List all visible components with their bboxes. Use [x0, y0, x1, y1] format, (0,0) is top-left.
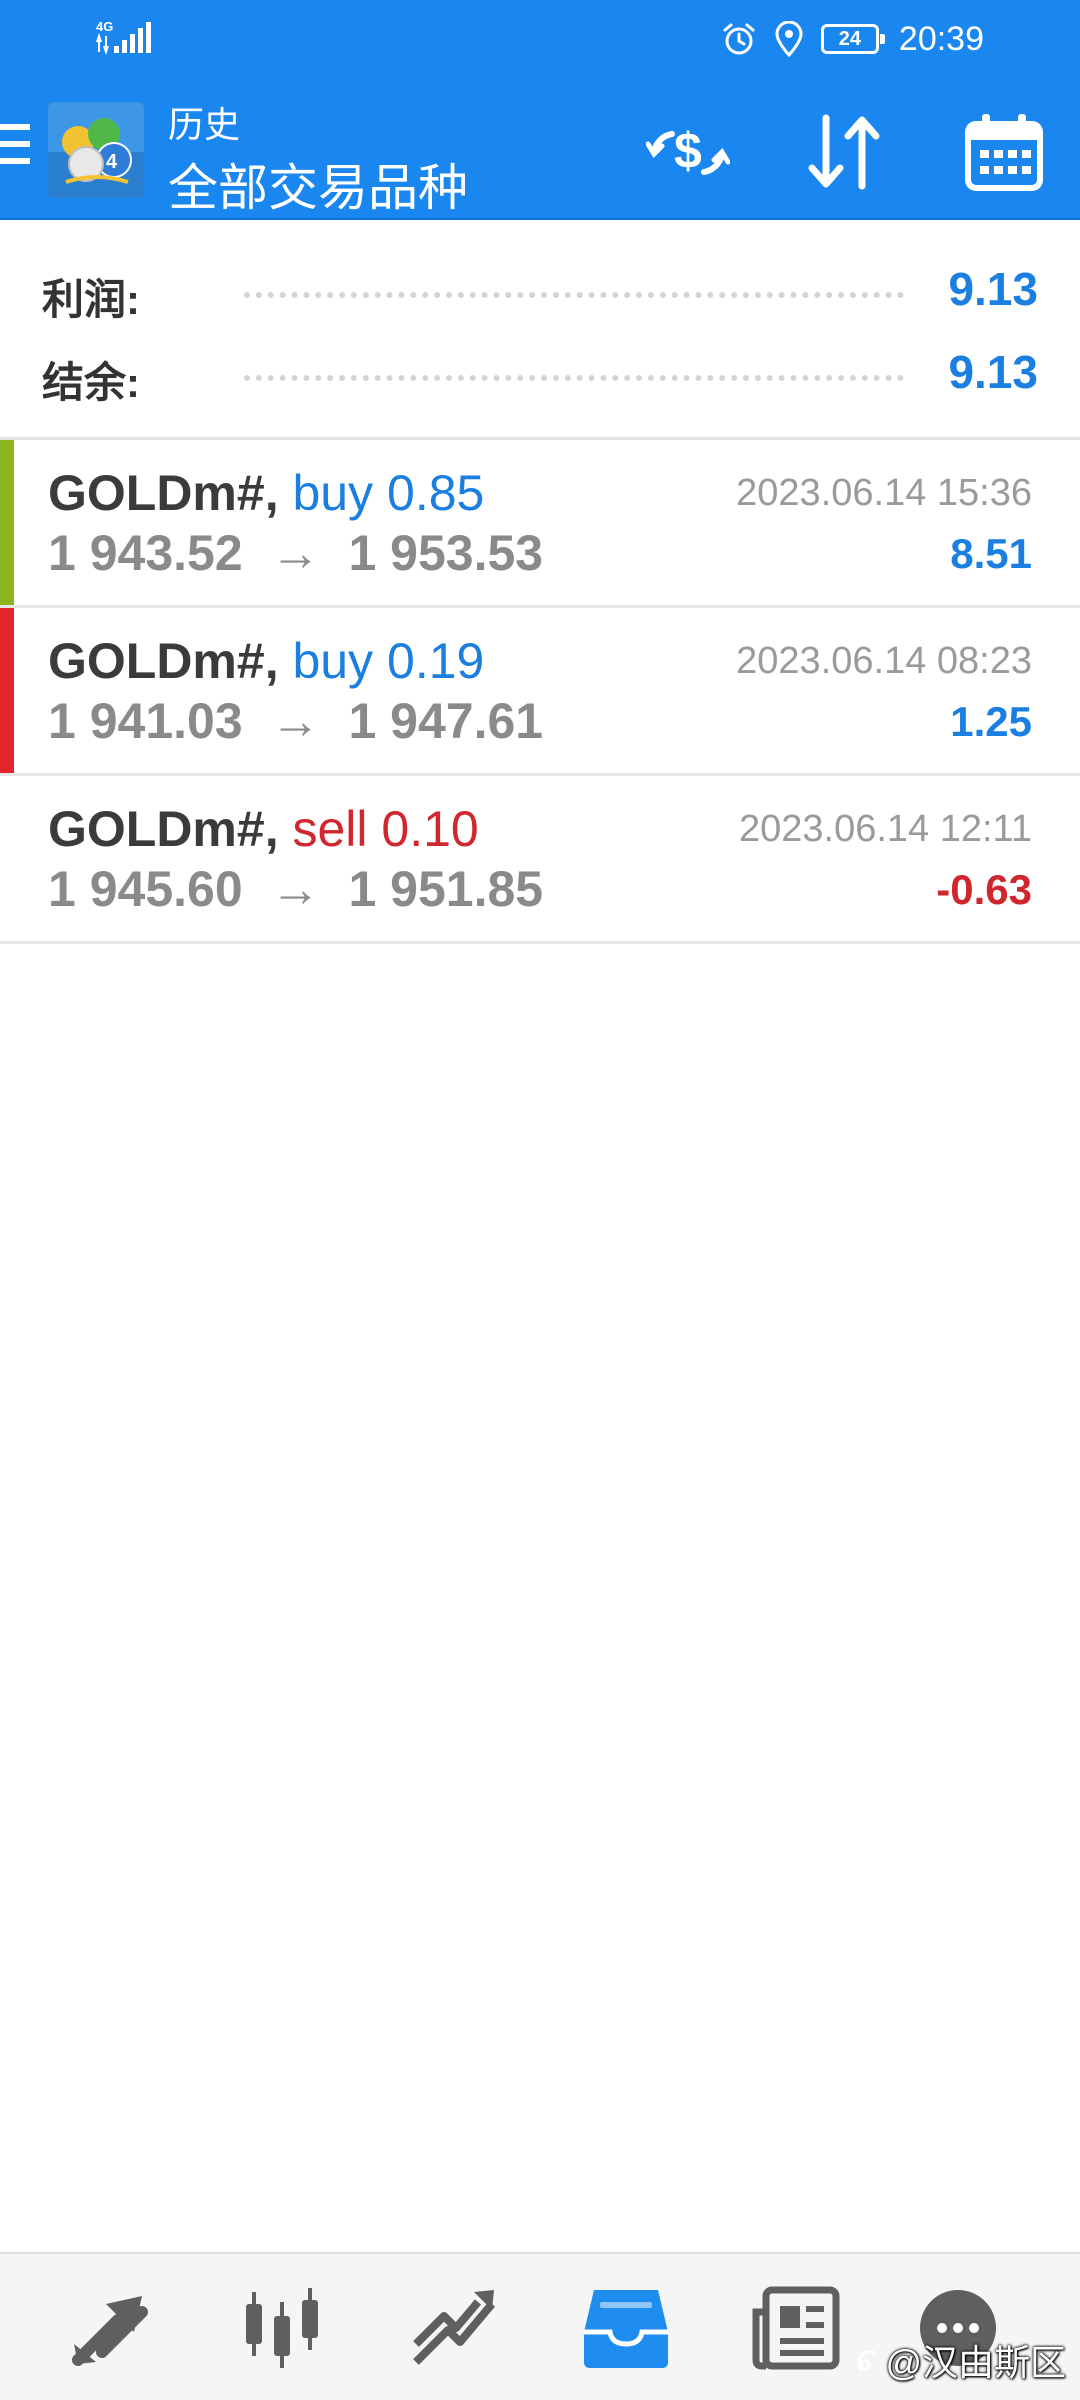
arrow-right-icon: → [270, 525, 321, 581]
deal-loss-indicator [0, 608, 14, 773]
balance-label: 结余: [42, 359, 140, 406]
deal-open-price: 1 945.60 [48, 861, 243, 917]
deal-symbol: GOLDm#, buy 0.19 [48, 632, 484, 690]
deal-time: 2023.06.14 08:23 [736, 640, 1032, 682]
deal-open-price: 1 943.52 [48, 525, 243, 581]
quotes-icon[interactable] [64, 2282, 156, 2374]
news-icon[interactable] [752, 2282, 844, 2374]
deal-symbol-name: GOLDm#, [48, 465, 279, 521]
balance-value: 9.13 [948, 346, 1038, 398]
status-bar: 4G 24 20:39 [0, 0, 1080, 80]
deal-profit-indicator [0, 440, 14, 605]
deal-action: buy 0.19 [292, 633, 485, 689]
deal-symbol: GOLDm#, sell 0.10 [48, 800, 479, 858]
app-bar: 4 历史 全部交易品种 $ [0, 80, 1080, 220]
deal-open-price: 1 941.03 [48, 693, 243, 749]
signal-icon: 4G [96, 19, 151, 56]
battery-level: 24 [838, 27, 862, 50]
page-subtitle: 历史 [168, 104, 241, 145]
deal-row[interactable]: GOLDm#, buy 0.85 1 943.52 → 1 953.53 202… [0, 440, 1080, 608]
location-icon [775, 21, 803, 57]
watermark-text: @汉由斯区 [885, 2342, 1066, 2383]
deal-prices: 1 941.03 → 1 947.61 [48, 692, 543, 750]
profit-label: 利润: [42, 276, 140, 323]
history-summary: 利润: 9.13 结余: 9.13 [0, 222, 1080, 440]
history-icon[interactable] [580, 2282, 672, 2374]
deal-profit: 8.51 [950, 530, 1032, 577]
chart-icon[interactable] [236, 2282, 328, 2374]
deal-symbol-name: GOLDm#, [48, 633, 279, 689]
menu-icon [0, 124, 30, 130]
alarm-icon [723, 23, 755, 55]
deal-symbol: GOLDm#, buy 0.85 [48, 464, 484, 522]
sort-icon[interactable] [802, 110, 886, 194]
watermark-logo-icon [857, 2349, 877, 2372]
deal-close-price: 1 947.61 [348, 693, 544, 749]
deal-profit: 1.25 [950, 698, 1032, 745]
bottom-navigation: @汉由斯区 [0, 2252, 1080, 2400]
deal-action: buy 0.85 [292, 465, 485, 521]
watermark: @汉由斯区 [851, 2334, 1066, 2386]
arrow-right-icon: → [270, 861, 321, 917]
dotted-leader [244, 375, 904, 381]
deal-prices: 1 945.60 → 1 951.85 [48, 860, 543, 918]
svg-text:4: 4 [106, 151, 118, 173]
app-logo-icon: 4 [48, 102, 144, 198]
svg-text:4G: 4G [96, 19, 113, 34]
deal-symbol-name: GOLDm#, [48, 801, 279, 857]
deal-time: 2023.06.14 12:11 [738, 808, 1032, 850]
deal-profit: -0.63 [936, 866, 1032, 913]
deal-time: 2023.06.14 15:36 [736, 472, 1032, 514]
arrow-right-icon: → [270, 693, 321, 749]
calendar-icon[interactable] [962, 110, 1046, 194]
battery-icon: 24 [820, 24, 885, 54]
svg-text:$: $ [674, 123, 702, 179]
page-title[interactable]: 全部交易品种 [168, 148, 468, 220]
trade-icon[interactable] [408, 2282, 500, 2374]
deal-prices: 1 943.52 → 1 953.53 [48, 524, 543, 582]
deal-close-price: 1 953.53 [348, 525, 544, 581]
menu-button[interactable] [0, 124, 30, 176]
summary-balance-row: 结余: 9.13 [0, 345, 1080, 406]
clock: 20:39 [898, 19, 984, 58]
deal-close-price: 1 951.85 [348, 861, 544, 917]
summary-profit-row: 利润: 9.13 [0, 262, 1080, 323]
deal-row[interactable]: GOLDm#, sell 0.10 1 945.60 → 1 951.85 20… [0, 776, 1080, 944]
deal-row[interactable]: GOLDm#, buy 0.19 1 941.03 → 1 947.61 202… [0, 608, 1080, 776]
currency-exchange-icon[interactable]: $ [646, 110, 730, 194]
dotted-leader [244, 292, 904, 298]
deal-action: sell 0.10 [292, 801, 479, 857]
profit-value: 9.13 [948, 263, 1038, 315]
